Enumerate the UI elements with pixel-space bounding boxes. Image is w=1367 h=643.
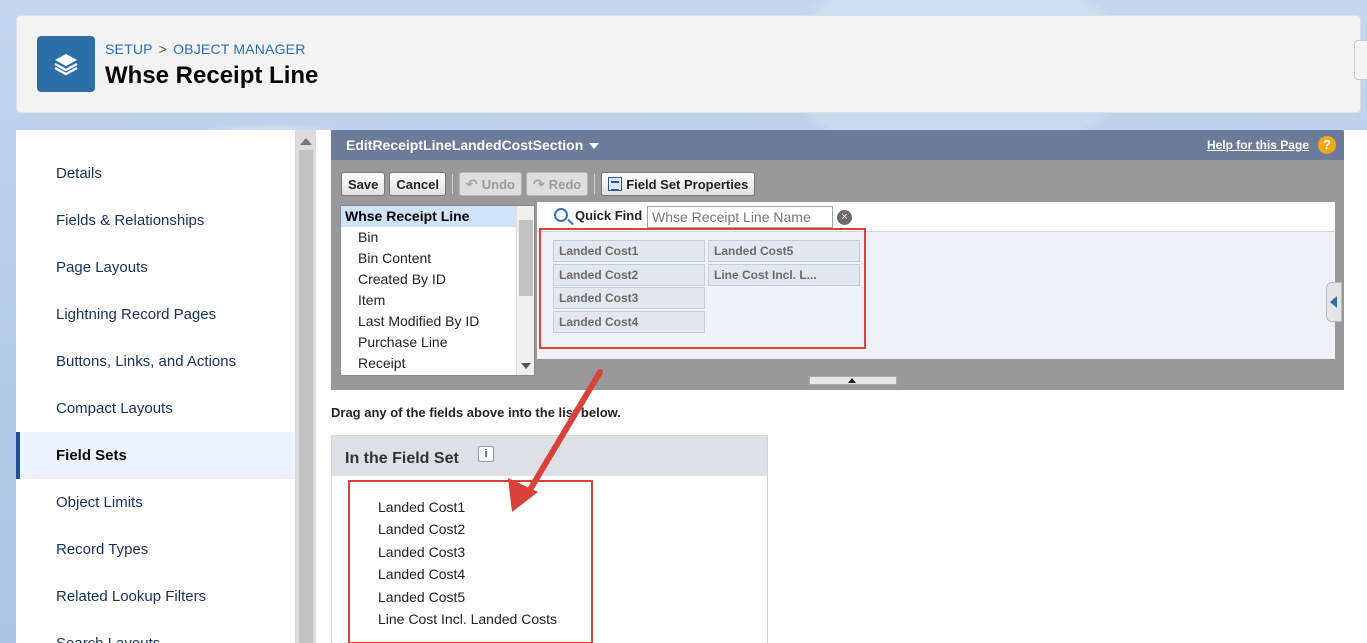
scroll-up-arrow-icon[interactable] — [300, 138, 312, 145]
sidebar-item-page-layouts[interactable]: Page Layouts — [16, 244, 295, 291]
list-item[interactable]: Bin Content — [341, 248, 534, 269]
sidebar-item-compact-layouts[interactable]: Compact Layouts — [16, 385, 295, 432]
side-panel-handle[interactable] — [1326, 282, 1342, 322]
list-item[interactable]: Bin — [341, 227, 534, 248]
breadcrumb-setup-link[interactable]: SETUP — [105, 41, 153, 57]
object-manager-sidebar: Details Fields & Relationships Page Layo… — [16, 130, 296, 643]
quick-find-label: Quick Find — [575, 208, 643, 223]
sidebar-item-lightning-record-pages[interactable]: Lightning Record Pages — [16, 291, 295, 338]
help-link[interactable]: Help for this Page — [1207, 138, 1309, 152]
save-button[interactable]: Save — [341, 172, 386, 196]
field-set-editor: EditReceiptLineLandedCostSection Help fo… — [331, 130, 1344, 390]
list-item[interactable]: Whse Receipt Line — [341, 206, 534, 227]
main-content: EditReceiptLineLandedCostSection Help fo… — [316, 130, 1367, 643]
redo-button[interactable]: ↷ Redo — [525, 172, 589, 196]
help-icon[interactable]: ? — [1318, 136, 1336, 154]
sidebar-item-details[interactable]: Details — [16, 150, 295, 197]
field-set-highlight-annotation — [348, 480, 593, 643]
field-palette: Quick Find × Landed Cost1 Landed Cost2 L… — [537, 202, 1335, 359]
layers-icon — [37, 36, 95, 92]
field-set-properties-button[interactable]: Field Set Properties — [601, 172, 756, 196]
scroll-down-arrow-icon[interactable] — [521, 363, 531, 369]
editor-toolbar: Save Cancel ↶ Undo ↷ Redo Field Set Prop… — [341, 172, 756, 196]
sidebar-scrollbar[interactable] — [296, 130, 316, 643]
breadcrumb-object-manager-link[interactable]: OBJECT MANAGER — [173, 41, 305, 57]
undo-label: Undo — [481, 176, 515, 192]
undo-button[interactable]: ↶ Undo — [459, 172, 522, 196]
scrollbar-thumb[interactable] — [299, 150, 313, 643]
field-set-properties-label: Field Set Properties — [626, 176, 749, 192]
sidebar-item-field-sets[interactable]: Field Sets — [16, 432, 295, 479]
redo-icon: ↷ — [532, 175, 545, 192]
collapse-palette-handle[interactable] — [809, 376, 897, 385]
quick-find-input[interactable] — [647, 206, 833, 228]
object-field-list[interactable]: Whse Receipt Line Bin Bin Content Create… — [340, 205, 535, 376]
field-set-title-menu[interactable]: EditReceiptLineLandedCostSection — [346, 137, 600, 153]
chevron-down-icon — [589, 143, 600, 150]
utility-edge-button[interactable] — [1354, 40, 1367, 80]
editor-header: EditReceiptLineLandedCostSection Help fo… — [331, 130, 1344, 160]
info-icon[interactable]: i — [478, 446, 494, 462]
breadcrumb-separator: > — [158, 41, 168, 57]
object-header: SETUP > OBJECT MANAGER Whse Receipt Line — [16, 15, 1361, 113]
field-list-scrollbar[interactable] — [516, 206, 534, 375]
field-set-title: EditReceiptLineLandedCostSection — [346, 137, 584, 153]
list-item[interactable]: Created By ID — [341, 269, 534, 290]
sidebar-item-object-limits[interactable]: Object Limits — [16, 479, 295, 526]
sidebar-item-fields-relationships[interactable]: Fields & Relationships — [16, 197, 295, 244]
sidebar-item-record-types[interactable]: Record Types — [16, 526, 295, 573]
toolbar-divider — [452, 174, 454, 194]
scrollbar-thumb[interactable] — [519, 220, 533, 296]
cancel-button[interactable]: Cancel — [389, 172, 447, 196]
list-item[interactable]: Item — [341, 290, 534, 311]
list-item[interactable]: Last Modified By ID — [341, 311, 534, 332]
undo-icon: ↶ — [466, 175, 478, 192]
magnifier-icon — [554, 208, 568, 222]
field-set-panel-title: In the Field Set — [345, 450, 459, 467]
list-item[interactable]: Receipt — [341, 353, 534, 374]
properties-icon — [608, 177, 623, 191]
in-field-set-panel[interactable]: In the Field Set i Landed Cost1 Landed C… — [331, 435, 768, 643]
redo-label: Redo — [548, 176, 582, 192]
drag-instructions: Drag any of the fields above into the li… — [331, 405, 621, 420]
list-item[interactable]: Purchase Line — [341, 332, 534, 353]
toolbar-divider — [594, 174, 596, 194]
field-set-panel-header: In the Field Set i — [332, 436, 767, 476]
sidebar-item-related-lookup-filters[interactable]: Related Lookup Filters — [16, 573, 295, 620]
palette-highlight-annotation — [539, 228, 866, 349]
sidebar-item-search-layouts[interactable]: Search Layouts — [16, 620, 295, 643]
page-title: Whse Receipt Line — [105, 62, 319, 89]
breadcrumb: SETUP > OBJECT MANAGER — [105, 41, 306, 57]
clear-icon[interactable]: × — [837, 210, 852, 225]
sidebar-item-buttons-links-actions[interactable]: Buttons, Links, and Actions — [16, 338, 295, 385]
